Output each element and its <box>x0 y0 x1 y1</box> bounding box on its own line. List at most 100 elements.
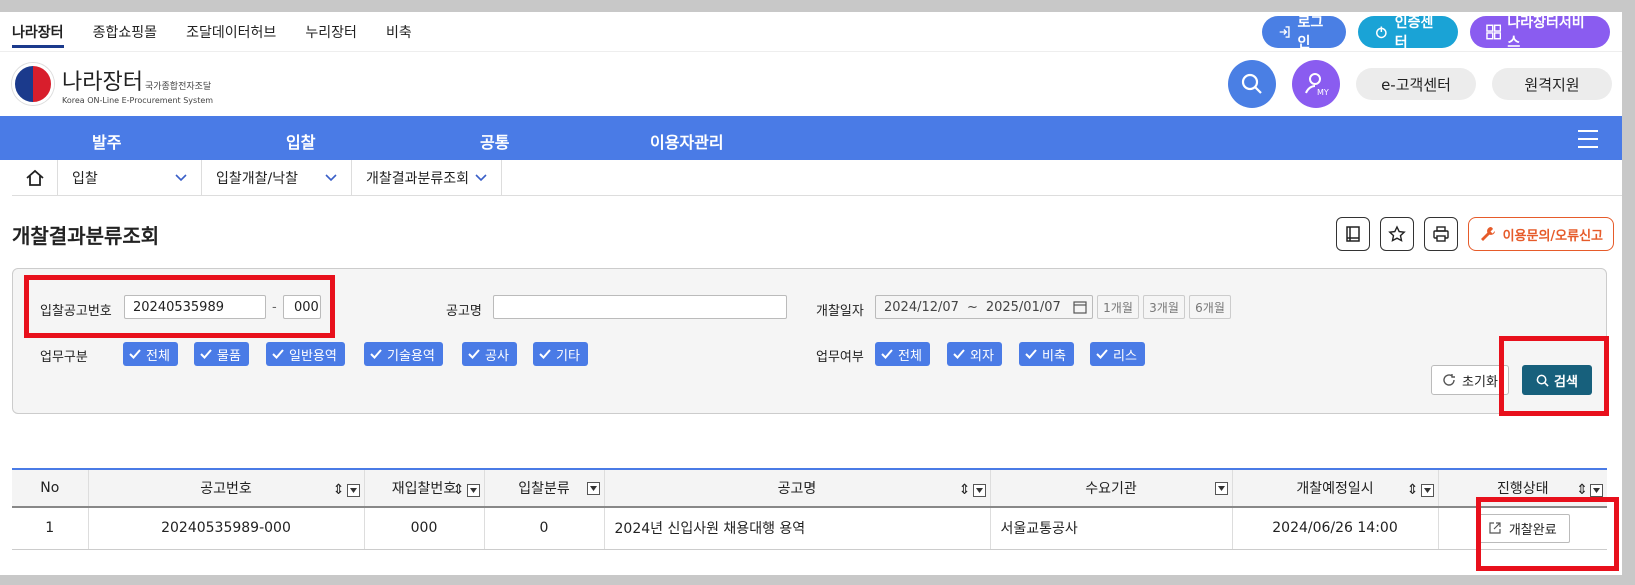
col-agency[interactable]: 수요기관 <box>990 469 1233 507</box>
book-icon <box>1345 226 1360 242</box>
work-type-tech-service-checkbox[interactable]: 기술용역 <box>364 342 443 366</box>
refresh-icon <box>1443 374 1456 386</box>
breadcrumb: 입찰 입찰개찰/낙찰 개찰결과분류조회 <box>12 160 1622 196</box>
period-3month[interactable]: 3개월 <box>1143 295 1185 319</box>
col-agency-label: 수요기관 <box>1085 481 1137 497</box>
col-no-label: No <box>40 480 60 496</box>
work-yn-lease-label: 리스 <box>1113 348 1137 364</box>
sort-icon[interactable]: ⇕ <box>453 482 465 498</box>
filter-dropdown-icon[interactable] <box>972 483 986 497</box>
check-icon <box>881 349 893 359</box>
star-icon <box>1387 225 1406 242</box>
results-table: No 공고번호 ⇕ 재입찰번호 ⇕ 입찰분류 공고명 ⇕ 수요기관 개찰예정일시 ⇕ 진… <box>12 468 1607 550</box>
check-icon <box>200 349 212 359</box>
topnav-shopping[interactable]: 종합쇼핑몰 <box>93 16 157 48</box>
nara-service-button[interactable]: 나라장터서비스 <box>1470 15 1610 51</box>
my-page-button[interactable]: MY <box>1292 60 1340 108</box>
check-icon <box>1096 349 1108 359</box>
work-type-construction-checkbox[interactable]: 공사 <box>462 342 517 366</box>
work-type-construction-label: 공사 <box>485 348 509 364</box>
work-type-etc-checkbox[interactable]: 기타 <box>533 342 588 366</box>
mainnav-order[interactable]: 발주 <box>92 129 121 153</box>
work-type-goods-checkbox[interactable]: 물품 <box>194 342 249 366</box>
notice-name-input[interactable] <box>493 295 787 319</box>
col-notice-no-label: 공고번호 <box>200 481 252 497</box>
inquiry-report-button[interactable]: 이용문의/오류신고 <box>1467 217 1614 251</box>
col-bid-class[interactable]: 입찰분류 <box>484 469 605 507</box>
work-yn-all-checkbox[interactable]: 전체 <box>875 342 930 366</box>
col-rebid-no-label: 재입찰번호 <box>391 481 457 497</box>
print-button[interactable] <box>1423 217 1458 251</box>
logo[interactable]: 나라장터 국가종합전자조달 Korea ON-Line E-Procurement… <box>12 63 213 105</box>
period-1month[interactable]: 1개월 <box>1097 295 1139 319</box>
chevron-down-icon <box>175 173 187 181</box>
manual-button[interactable] <box>1335 217 1370 251</box>
cell-open-datetime: 2024/06/26 14:00 <box>1232 507 1439 550</box>
home-button[interactable] <box>12 160 58 195</box>
work-type-all-checkbox[interactable]: 전체 <box>123 342 178 366</box>
sort-icon[interactable]: ⇕ <box>333 482 345 498</box>
calendar-icon[interactable] <box>1073 300 1087 314</box>
login-label: 로그인 <box>1297 14 1324 51</box>
topnav-stockpile[interactable]: 비축 <box>386 16 412 48</box>
home-icon <box>25 169 44 186</box>
work-type-general-service-checkbox[interactable]: 일반용역 <box>266 342 345 366</box>
breadcrumb-bid-open[interactable]: 입찰개찰/낙찰 <box>202 160 352 195</box>
period-6month[interactable]: 6개월 <box>1189 295 1231 319</box>
customer-center-button[interactable]: e-고객센터 <box>1356 68 1476 100</box>
menu-hamburger-icon[interactable] <box>1578 130 1598 154</box>
col-notice-no[interactable]: 공고번호 ⇕ <box>88 469 365 507</box>
reset-button[interactable]: 초기화 <box>1431 365 1509 395</box>
logo-name: 나라장터 <box>62 69 143 95</box>
topnav-nara[interactable]: 나라장터 <box>12 16 64 48</box>
sort-icon[interactable]: ⇕ <box>959 482 971 498</box>
cell-notice-name[interactable]: 2024년 신입사원 채용대행 용역 <box>604 507 991 550</box>
check-icon <box>1025 349 1037 359</box>
topnav-nuri[interactable]: 누리장터 <box>305 16 357 48</box>
remote-support-button[interactable]: 원격지원 <box>1492 68 1612 100</box>
wrench-icon <box>1480 227 1495 241</box>
filter-dropdown-icon[interactable] <box>346 483 360 497</box>
filter-dropdown-icon[interactable] <box>586 482 600 495</box>
breadcrumb-result-class[interactable]: 개찰결과분류조회 <box>352 160 502 195</box>
chevron-down-icon <box>475 173 487 181</box>
reset-label: 초기화 <box>1462 374 1498 390</box>
col-notice-name[interactable]: 공고명 ⇕ <box>604 469 991 507</box>
open-date-range[interactable]: 2024/12/07 ~ 2025/01/07 <box>875 295 1093 319</box>
breadcrumb-bid[interactable]: 입찰 <box>58 160 202 195</box>
topnav-datahub[interactable]: 조달데이터허브 <box>186 16 276 48</box>
work-yn-stockpile-checkbox[interactable]: 비축 <box>1019 342 1074 366</box>
col-open-datetime[interactable]: 개찰예정일시 ⇕ <box>1232 469 1439 507</box>
mainnav-common[interactable]: 공통 <box>480 129 509 153</box>
header: 나라장터 국가종합전자조달 Korea ON-Line E-Procurement… <box>0 52 1622 116</box>
favorite-button[interactable] <box>1379 217 1414 251</box>
work-yn-foreign-checkbox[interactable]: 외자 <box>947 342 1002 366</box>
sort-icon[interactable]: ⇕ <box>1576 482 1588 498</box>
auth-center-button[interactable]: 인증센터 <box>1358 15 1458 51</box>
mainnav-bid[interactable]: 입찰 <box>286 129 315 153</box>
filter-dropdown-icon[interactable] <box>1590 483 1603 497</box>
filter-dropdown-icon[interactable] <box>466 483 480 497</box>
date-from: 2024/12/07 <box>884 299 959 315</box>
login-button[interactable]: 로그인 <box>1262 15 1346 51</box>
grid-icon <box>1486 24 1502 39</box>
highlight-search-button <box>1499 336 1609 416</box>
mainnav-user-admin[interactable]: 이용자관리 <box>650 129 724 153</box>
sort-icon[interactable]: ⇕ <box>1407 482 1419 498</box>
auth-center-label: 인증센터 <box>1394 14 1434 51</box>
col-rebid-no[interactable]: 재입찰번호 ⇕ <box>364 469 485 507</box>
table-row[interactable]: 1 20240535989-000 000 0 2024년 신입사원 채용대행 … <box>12 507 1607 550</box>
top-nav: 나라장터 종합쇼핑몰 조달데이터허브 누리장터 비축 <box>12 16 436 48</box>
cell-no: 1 <box>12 507 89 550</box>
filter-dropdown-icon[interactable] <box>1420 483 1434 497</box>
work-yn-lease-checkbox[interactable]: 리스 <box>1090 342 1145 366</box>
open-date-label: 개찰일자 <box>816 304 864 319</box>
main-nav: 발주 입찰 공통 이용자관리 <box>0 116 1622 160</box>
power-icon <box>1376 25 1387 38</box>
col-no: No <box>12 469 89 507</box>
cell-notice-no[interactable]: 20240535989-000 <box>88 507 365 550</box>
highlight-status <box>1476 497 1619 571</box>
global-search-button[interactable] <box>1228 60 1276 108</box>
filter-dropdown-icon[interactable] <box>1214 482 1228 495</box>
breadcrumb-result-class-label: 개찰결과분류조회 <box>366 170 470 187</box>
